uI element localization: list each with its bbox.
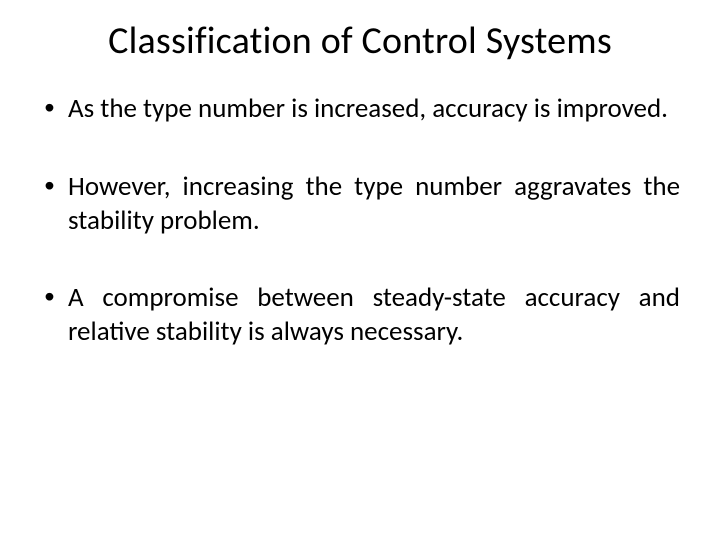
list-item: As the type number is increased, accurac…	[40, 92, 680, 126]
list-item: A compromise between steady-state accura…	[40, 281, 680, 349]
list-item: However, increasing the type number aggr…	[40, 170, 680, 238]
slide: Classification of Control Systems As the…	[0, 0, 720, 540]
bullet-list: As the type number is increased, accurac…	[40, 92, 680, 349]
slide-title: Classification of Control Systems	[40, 18, 680, 64]
bullet-text: However, increasing the type number aggr…	[68, 170, 680, 237]
bullet-text: A compromise between steady-state accura…	[68, 281, 680, 348]
bullet-text: As the type number is increased, accurac…	[68, 92, 668, 125]
